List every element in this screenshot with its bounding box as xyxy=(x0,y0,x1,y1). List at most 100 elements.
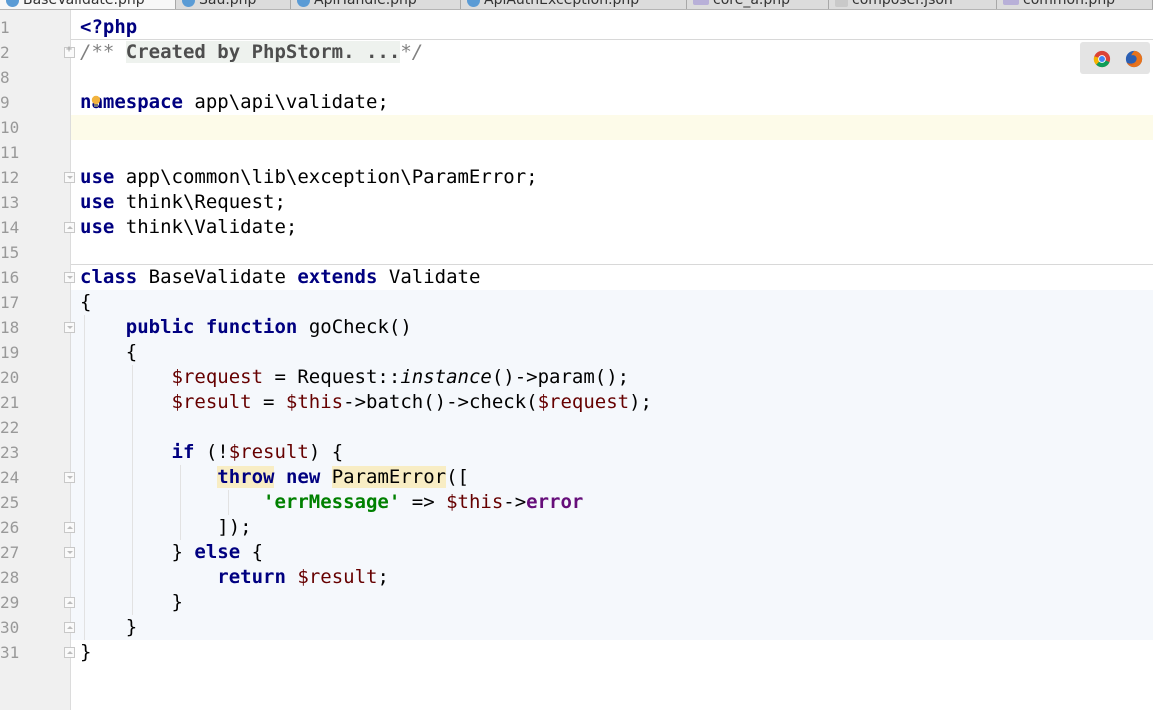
code-line-2: /** Created by PhpStorm. ...*/ xyxy=(80,40,423,65)
line-number: 30 xyxy=(0,618,20,637)
line-number: 1 xyxy=(0,18,10,37)
code-text: ); xyxy=(629,391,652,413)
php-class-icon xyxy=(297,0,310,7)
tab-label: Sau.php xyxy=(199,0,257,8)
line-number: 20 xyxy=(0,368,20,387)
line-number: 31 xyxy=(0,643,20,662)
code-text: ]); xyxy=(217,516,252,538)
line-number: 16 xyxy=(0,268,20,287)
string-literal: 'errMessage' xyxy=(263,491,401,513)
line-number: 12 xyxy=(0,168,20,187)
return-keyword: return xyxy=(217,566,286,588)
php-file-icon xyxy=(693,0,709,5)
tab-apihandle[interactable]: ApiHandle.php xyxy=(291,0,461,9)
code-line-12: use app\common\lib\exception\ParamError; xyxy=(80,165,538,190)
variable: $result xyxy=(228,441,309,463)
tab-label: BaseValidate.php xyxy=(23,0,145,8)
else-keyword: else xyxy=(194,541,241,563)
extends-keyword: extends xyxy=(297,266,378,288)
line-number: 17 xyxy=(0,293,20,312)
code-line-28: return $result; xyxy=(80,565,389,590)
chrome-icon[interactable] xyxy=(1093,50,1111,68)
code-text: ; xyxy=(377,566,389,588)
code-text: = xyxy=(251,391,286,413)
code-text: ()->param(); xyxy=(491,366,630,388)
tab-sau[interactable]: Sau.php xyxy=(176,0,291,9)
line-number: 22 xyxy=(0,418,20,437)
line-number: 24 xyxy=(0,468,20,487)
import-path: think\Request; xyxy=(114,191,286,213)
php-class-icon xyxy=(182,0,195,7)
property: error xyxy=(526,491,584,513)
function-keyword: function xyxy=(205,316,298,338)
code-line-30: } xyxy=(80,615,137,640)
line-number: 11 xyxy=(0,143,20,162)
variable: $request xyxy=(537,391,630,413)
lightbulb-icon[interactable] xyxy=(91,95,101,108)
code-text: } xyxy=(171,541,195,563)
use-keyword: use xyxy=(80,166,115,188)
line-number: 29 xyxy=(0,593,20,612)
line-number: 9 xyxy=(0,93,10,112)
use-keyword: use xyxy=(80,216,115,238)
php-file-icon xyxy=(1003,0,1019,5)
code-line-23: if (!$result) { xyxy=(80,440,344,465)
line-number: 13 xyxy=(0,193,20,212)
line-number: 8 xyxy=(0,68,10,87)
line-number: 2 xyxy=(0,43,10,62)
tab-label: common.php xyxy=(1023,0,1116,8)
code-text: -> xyxy=(503,491,527,513)
tab-label: composer.json xyxy=(852,0,953,8)
code-text: ) { xyxy=(308,441,344,463)
json-file-icon xyxy=(835,0,848,7)
parent-class: Validate xyxy=(377,266,481,288)
firefox-icon[interactable] xyxy=(1125,50,1143,68)
line-number: 18 xyxy=(0,318,20,337)
line-number: 10 xyxy=(0,118,20,137)
code-line-13: use think\Request; xyxy=(80,190,286,215)
tab-common[interactable]: common.php xyxy=(997,0,1153,9)
code-text: { xyxy=(240,541,264,563)
static-method: instance xyxy=(400,366,492,388)
import-path: think\Validate; xyxy=(114,216,298,238)
code-line-18: public function goCheck() xyxy=(80,315,412,340)
editor-tab-strip: BaseValidate.php Sau.php ApiHandle.php A… xyxy=(0,0,1153,10)
code-line-14: use think\Validate; xyxy=(80,215,297,240)
code-line-25: 'errMessage' => $this->error xyxy=(80,490,583,515)
variable: $result xyxy=(297,566,378,588)
line-number: 26 xyxy=(0,518,20,537)
folded-comment[interactable]: Created by PhpStorm. ... xyxy=(125,41,401,63)
variable: $request xyxy=(171,366,264,388)
tab-label: ApiAuthException.php xyxy=(484,0,640,8)
code-text: => xyxy=(400,491,447,513)
method-name: goCheck() xyxy=(297,316,412,338)
new-keyword: new xyxy=(285,466,321,488)
code-line-16: class BaseValidate extends Validate xyxy=(80,265,480,290)
line-number: 19 xyxy=(0,343,20,362)
tab-label: ApiHandle.php xyxy=(314,0,417,8)
line-number: 14 xyxy=(0,218,20,237)
namespace-path: app\api\validate; xyxy=(182,91,389,113)
code-line-29: } xyxy=(80,590,183,615)
code-line-21: $result = $this->batch()->check($request… xyxy=(80,390,652,415)
php-class-icon xyxy=(467,0,480,7)
tab-basevalidate[interactable]: BaseValidate.php xyxy=(0,0,176,9)
code-line-31: } xyxy=(80,640,91,665)
php-open-tag: <?php xyxy=(80,16,138,38)
tab-label: core_a.php xyxy=(713,0,790,8)
tab-core-a[interactable]: core_a.php xyxy=(687,0,829,9)
tab-apiauthexception[interactable]: ApiAuthException.php xyxy=(461,0,687,9)
line-number: 27 xyxy=(0,543,20,562)
class-name: BaseValidate xyxy=(137,266,298,288)
line-number: 15 xyxy=(0,243,20,262)
code-line-27: } else { xyxy=(80,540,264,565)
code-line-1: <?php xyxy=(80,15,137,40)
code-editor[interactable]: <?php /** Created by PhpStorm. ...*/ nam… xyxy=(71,10,1153,710)
variable: $result xyxy=(171,391,252,413)
code-text: (! xyxy=(194,441,229,463)
import-path: app\common\lib\exception\ParamError; xyxy=(114,166,538,188)
line-number: 23 xyxy=(0,443,20,462)
code-line-24: throw new ParamError([ xyxy=(80,465,469,490)
code-line-17: { xyxy=(80,290,91,315)
tab-composer-json[interactable]: composer.json xyxy=(829,0,997,9)
